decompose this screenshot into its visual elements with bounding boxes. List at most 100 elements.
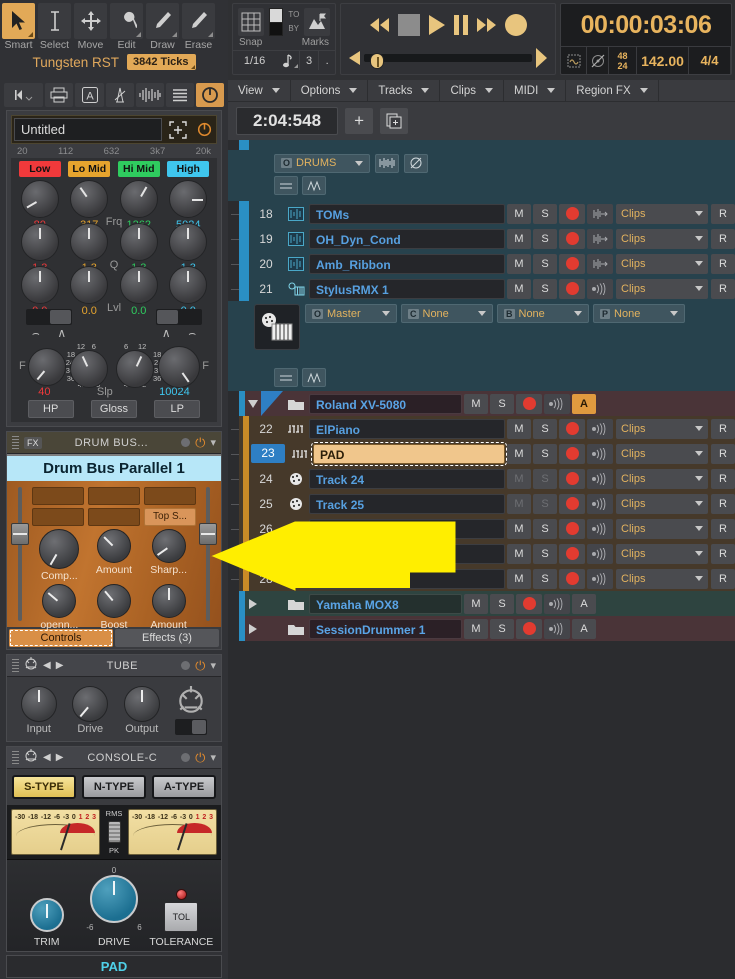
marks-button[interactable] [304, 8, 330, 36]
folder-expand-toggle[interactable] [245, 399, 261, 408]
eq-tag-himid[interactable]: Hi Mid [117, 161, 160, 177]
drag-grip-icon[interactable] [12, 750, 19, 765]
console-power-icon[interactable]: ⏻ [195, 751, 205, 764]
drumbus-collapse-icon[interactable]: ▾ [210, 436, 216, 449]
drumbus-preset-slot[interactable]: Top S... [144, 508, 196, 526]
clips-dropdown[interactable]: Clips [616, 228, 708, 249]
record-arm-button[interactable] [559, 203, 585, 224]
track-name[interactable]: TOMs [309, 203, 505, 224]
record-arm-button[interactable] [559, 543, 585, 564]
track-name[interactable]: ElPiano [309, 418, 505, 439]
drumbus-bypass-dot[interactable] [181, 438, 191, 447]
track-name[interactable]: Track 27 [309, 543, 505, 564]
ticks-button[interactable]: 3842 Ticks [127, 54, 196, 70]
console-bypass-dot[interactable] [181, 753, 191, 762]
automation-button[interactable]: A [572, 593, 596, 614]
tool-erase[interactable] [182, 3, 215, 39]
tempo-display[interactable]: 142.00 [637, 47, 689, 74]
eq-high-shelf-toggle[interactable] [156, 309, 202, 325]
read-automation-button[interactable]: R [711, 203, 735, 224]
solo-button[interactable]: S [490, 593, 514, 614]
track-color-bar[interactable] [239, 201, 249, 226]
drumbus-sharp-knob[interactable] [151, 529, 186, 563]
drumbus-power-icon[interactable]: ⏻ [195, 436, 205, 449]
automation-button[interactable]: A [572, 618, 596, 639]
metronome-button[interactable] [105, 83, 134, 107]
drumbus-tab-effects[interactable]: Effects (3) [115, 629, 219, 647]
eq-lp-knob[interactable] [158, 346, 201, 388]
fast-forward-button[interactable] [476, 18, 496, 32]
drag-grip-icon[interactable] [12, 435, 19, 450]
mute-button[interactable]: M [507, 518, 531, 539]
mute-button[interactable]: M [507, 568, 531, 589]
clips-dropdown[interactable]: Clips [616, 253, 708, 274]
solo-button[interactable]: S [533, 468, 557, 489]
mute-button[interactable]: M [464, 393, 488, 414]
bell-shape-icon[interactable]: ⌢ [188, 326, 196, 341]
tube-bypass-dot[interactable] [181, 661, 191, 670]
automation-button[interactable]: A [572, 393, 596, 414]
track-name[interactable]: StylusRMX 1 [309, 278, 505, 299]
record-arm-button[interactable] [516, 393, 542, 414]
cpu-meter-icon[interactable] [561, 47, 587, 74]
folder-expand-toggle[interactable] [245, 623, 261, 634]
eq-lvl-knob-low[interactable] [20, 266, 59, 304]
eq-tag-high[interactable]: High [167, 161, 210, 177]
eq-power-button[interactable] [194, 119, 214, 141]
eq-q-knob-low[interactable] [20, 223, 59, 261]
mute-button[interactable]: M [507, 468, 531, 489]
clips-dropdown[interactable]: Clips [616, 518, 708, 539]
solo-button[interactable]: S [533, 418, 557, 439]
bus-output-select[interactable]: O DRUMS [274, 153, 370, 173]
midi-input-button[interactable] [587, 278, 613, 299]
table-row[interactable]: 25 Track 25 M S Clips R [228, 491, 735, 516]
mute-button[interactable]: M [507, 253, 531, 274]
strip-track-name[interactable]: PAD [6, 955, 222, 978]
interleave-button[interactable] [375, 153, 399, 173]
instrument-icon[interactable] [254, 304, 300, 350]
tool-smart[interactable] [2, 3, 35, 39]
clips-dropdown[interactable]: Clips [616, 203, 708, 224]
eq-lvl-knob-himid[interactable] [119, 266, 158, 304]
snap-dot[interactable]: . [319, 51, 335, 70]
eq-freq-knob-lomid[interactable] [70, 180, 109, 218]
drumbus-tab-controls[interactable]: Controls [9, 629, 113, 647]
eq-lp-button[interactable]: LP [154, 400, 201, 418]
midi-input-button[interactable] [544, 618, 570, 639]
console-type-s[interactable]: S-TYPE [12, 775, 76, 799]
table-row[interactable]: 24 Track 24 M S Clips R [228, 466, 735, 491]
midi-input-button[interactable] [587, 493, 613, 514]
record-arm-button[interactable] [559, 278, 585, 299]
midi-input-button[interactable] [587, 418, 613, 439]
loop-start-icon[interactable] [349, 51, 360, 65]
table-row[interactable]: 28 Track 28 M S Clips R [228, 566, 735, 591]
send-output[interactable]: O Master [305, 304, 397, 323]
pause-button[interactable] [453, 15, 468, 35]
send-c[interactable]: C None [401, 304, 493, 323]
table-row[interactable]: 26 Track 26 M S Clips R [228, 516, 735, 541]
solo-button[interactable]: S [533, 203, 557, 224]
mute-button[interactable]: M [507, 203, 531, 224]
snap-count[interactable]: 3 [300, 51, 320, 70]
eq-hp-button[interactable]: HP [27, 400, 74, 418]
solo-button[interactable]: S [533, 518, 557, 539]
eq-slope-left-knob[interactable] [69, 350, 108, 388]
table-row[interactable]: 23 PAD M S Clips R [228, 441, 735, 466]
menu-options[interactable]: Options [291, 80, 369, 101]
read-automation-button[interactable]: R [711, 443, 735, 464]
record-arm-button[interactable] [559, 418, 585, 439]
eq-gloss-button[interactable]: Gloss [90, 400, 137, 418]
console-prev-icon[interactable]: ◀ [43, 752, 51, 763]
mute-button[interactable]: M [507, 493, 531, 514]
midi-input-button[interactable] [587, 443, 613, 464]
read-automation-button[interactable]: R [711, 253, 735, 274]
shelf-shape-icon[interactable]: ∧ [162, 326, 171, 341]
console-type-a[interactable]: A-TYPE [152, 775, 216, 799]
track-name[interactable]: Track 28 [309, 568, 505, 589]
folder-row[interactable]: Roland XV-5080 M S A [228, 391, 735, 416]
eq-add-button[interactable] [166, 119, 190, 141]
table-row[interactable]: 21 StylusRMX 1 M S Clips R [228, 276, 735, 301]
table-row[interactable]: 18 TOMs M S Clips R [228, 201, 735, 226]
read-automation-button[interactable]: R [711, 418, 735, 439]
stop-button[interactable] [397, 14, 420, 36]
